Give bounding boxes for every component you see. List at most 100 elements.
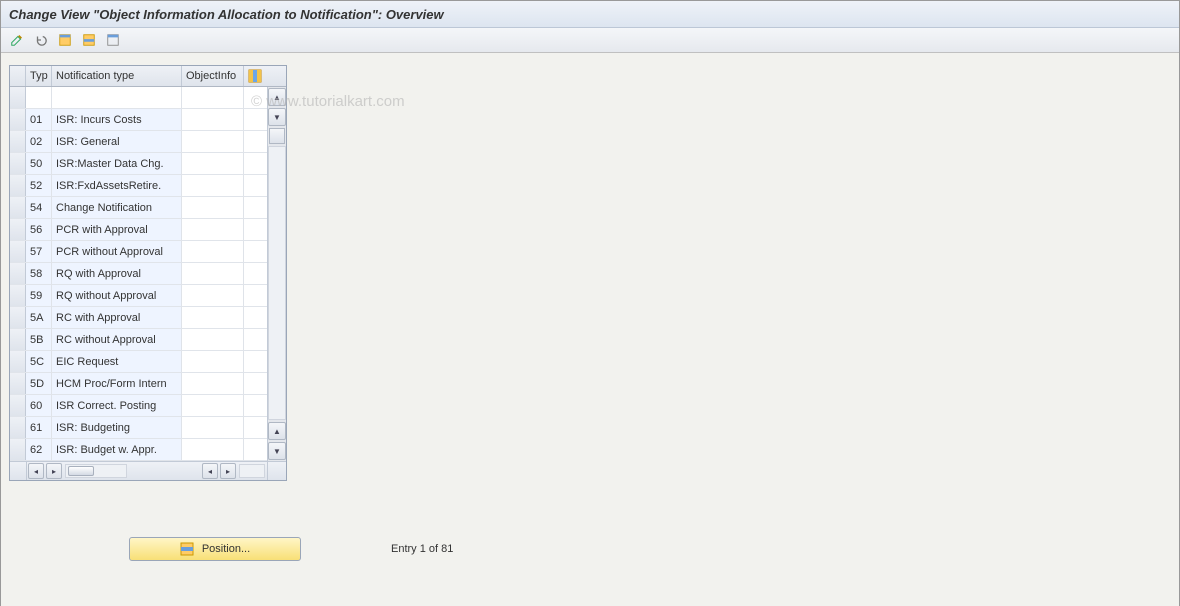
row-selector[interactable] bbox=[10, 329, 26, 350]
scroll-up-button[interactable]: ▲ bbox=[268, 88, 286, 106]
cell-objectinfo[interactable] bbox=[182, 219, 244, 240]
table-row[interactable]: 5CEIC Request bbox=[10, 351, 267, 373]
cell-objectinfo[interactable] bbox=[182, 285, 244, 306]
cell-notification-type[interactable]: PCR without Approval bbox=[52, 241, 182, 262]
table-row[interactable]: 52ISR:FxdAssetsRetire. bbox=[10, 175, 267, 197]
table-row[interactable]: 54Change Notification bbox=[10, 197, 267, 219]
hscroll-left-button[interactable]: ◂ bbox=[28, 463, 44, 479]
cell-objectinfo[interactable] bbox=[182, 241, 244, 262]
select-block-button[interactable] bbox=[79, 30, 99, 50]
cell-objectinfo[interactable] bbox=[182, 87, 244, 108]
row-selector[interactable] bbox=[10, 219, 26, 240]
cell-objectinfo[interactable] bbox=[182, 263, 244, 284]
cell-objectinfo[interactable] bbox=[182, 153, 244, 174]
cell-objectinfo[interactable] bbox=[182, 351, 244, 372]
cell-typ[interactable]: 59 bbox=[26, 285, 52, 306]
table-row[interactable] bbox=[10, 87, 267, 109]
cell-typ[interactable]: 5A bbox=[26, 307, 52, 328]
cell-objectinfo[interactable] bbox=[182, 175, 244, 196]
cell-typ[interactable]: 62 bbox=[26, 439, 52, 460]
cell-typ[interactable]: 02 bbox=[26, 131, 52, 152]
row-selector[interactable] bbox=[10, 285, 26, 306]
scroll-down-button-2[interactable]: ▼ bbox=[268, 442, 286, 460]
cell-typ[interactable]: 5B bbox=[26, 329, 52, 350]
cell-objectinfo[interactable] bbox=[182, 109, 244, 130]
scroll-marker[interactable] bbox=[269, 128, 285, 144]
table-row[interactable]: 5BRC without Approval bbox=[10, 329, 267, 351]
scroll-up-button-2[interactable]: ▲ bbox=[268, 422, 286, 440]
cell-typ[interactable]: 58 bbox=[26, 263, 52, 284]
cell-notification-type[interactable]: ISR: General bbox=[52, 131, 182, 152]
hscroll-right-button-2[interactable]: ▸ bbox=[220, 463, 236, 479]
cell-objectinfo[interactable] bbox=[182, 131, 244, 152]
hscroll-right-button[interactable]: ▸ bbox=[46, 463, 62, 479]
cell-notification-type[interactable]: RQ with Approval bbox=[52, 263, 182, 284]
cell-objectinfo[interactable] bbox=[182, 417, 244, 438]
row-selector[interactable] bbox=[10, 351, 26, 372]
table-row[interactable]: 5DHCM Proc/Form Intern bbox=[10, 373, 267, 395]
cell-typ[interactable]: 5D bbox=[26, 373, 52, 394]
cell-typ[interactable]: 60 bbox=[26, 395, 52, 416]
cell-typ[interactable]: 50 bbox=[26, 153, 52, 174]
cell-typ[interactable]: 57 bbox=[26, 241, 52, 262]
table-row[interactable]: 62ISR: Budget w. Appr. bbox=[10, 439, 267, 461]
cell-objectinfo[interactable] bbox=[182, 373, 244, 394]
table-row[interactable]: 5ARC with Approval bbox=[10, 307, 267, 329]
cell-typ[interactable]: 52 bbox=[26, 175, 52, 196]
row-selector[interactable] bbox=[10, 109, 26, 130]
table-row[interactable]: 60ISR Correct. Posting bbox=[10, 395, 267, 417]
cell-notification-type[interactable]: RQ without Approval bbox=[52, 285, 182, 306]
table-row[interactable]: 61ISR: Budgeting bbox=[10, 417, 267, 439]
select-all-button[interactable] bbox=[55, 30, 75, 50]
row-selector[interactable] bbox=[10, 373, 26, 394]
row-selector[interactable] bbox=[10, 153, 26, 174]
cell-notification-type[interactable]: EIC Request bbox=[52, 351, 182, 372]
undo-button[interactable] bbox=[31, 30, 51, 50]
cell-notification-type[interactable]: ISR:Master Data Chg. bbox=[52, 153, 182, 174]
col-typ[interactable]: Typ bbox=[26, 66, 52, 86]
cell-notification-type[interactable]: ISR: Incurs Costs bbox=[52, 109, 182, 130]
col-objectinfo[interactable]: ObjectInfo bbox=[182, 66, 244, 86]
hscroll-left-button-2[interactable]: ◂ bbox=[202, 463, 218, 479]
row-selector[interactable] bbox=[10, 87, 26, 108]
row-selector[interactable] bbox=[10, 197, 26, 218]
row-selector[interactable] bbox=[10, 263, 26, 284]
cell-notification-type[interactable]: ISR Correct. Posting bbox=[52, 395, 182, 416]
cell-notification-type[interactable] bbox=[52, 87, 182, 108]
scroll-track[interactable] bbox=[268, 146, 286, 420]
row-selector[interactable] bbox=[10, 175, 26, 196]
table-row[interactable]: 50ISR:Master Data Chg. bbox=[10, 153, 267, 175]
horizontal-scrollbar[interactable]: ◂ ▸ ◂ ▸ bbox=[10, 461, 286, 480]
table-row[interactable]: 58RQ with Approval bbox=[10, 263, 267, 285]
deselect-button[interactable] bbox=[103, 30, 123, 50]
scroll-down-button[interactable]: ▼ bbox=[268, 108, 286, 126]
col-notification-type[interactable]: Notification type bbox=[52, 66, 182, 86]
cell-notification-type[interactable]: ISR:FxdAssetsRetire. bbox=[52, 175, 182, 196]
row-selector[interactable] bbox=[10, 307, 26, 328]
row-selector[interactable] bbox=[10, 395, 26, 416]
cell-typ[interactable] bbox=[26, 87, 52, 108]
cell-objectinfo[interactable] bbox=[182, 197, 244, 218]
cell-typ[interactable]: 56 bbox=[26, 219, 52, 240]
row-selector[interactable] bbox=[10, 439, 26, 460]
table-row[interactable]: 57PCR without Approval bbox=[10, 241, 267, 263]
col-configure[interactable] bbox=[244, 66, 266, 86]
position-button[interactable]: Position... bbox=[129, 537, 301, 561]
cell-notification-type[interactable]: HCM Proc/Form Intern bbox=[52, 373, 182, 394]
row-selector[interactable] bbox=[10, 417, 26, 438]
table-row[interactable]: 02ISR: General bbox=[10, 131, 267, 153]
cell-typ[interactable]: 61 bbox=[26, 417, 52, 438]
hscroll-track-left[interactable] bbox=[65, 464, 127, 478]
cell-notification-type[interactable]: Change Notification bbox=[52, 197, 182, 218]
cell-typ[interactable]: 5C bbox=[26, 351, 52, 372]
cell-objectinfo[interactable] bbox=[182, 307, 244, 328]
cell-typ[interactable]: 54 bbox=[26, 197, 52, 218]
row-selector[interactable] bbox=[10, 241, 26, 262]
cell-notification-type[interactable]: ISR: Budgeting bbox=[52, 417, 182, 438]
vertical-scrollbar[interactable]: ▲ ▼ ▲ ▼ bbox=[267, 87, 286, 461]
cell-notification-type[interactable]: RC with Approval bbox=[52, 307, 182, 328]
cell-notification-type[interactable]: ISR: Budget w. Appr. bbox=[52, 439, 182, 460]
col-select[interactable] bbox=[10, 66, 26, 86]
row-selector[interactable] bbox=[10, 131, 26, 152]
cell-notification-type[interactable]: RC without Approval bbox=[52, 329, 182, 350]
